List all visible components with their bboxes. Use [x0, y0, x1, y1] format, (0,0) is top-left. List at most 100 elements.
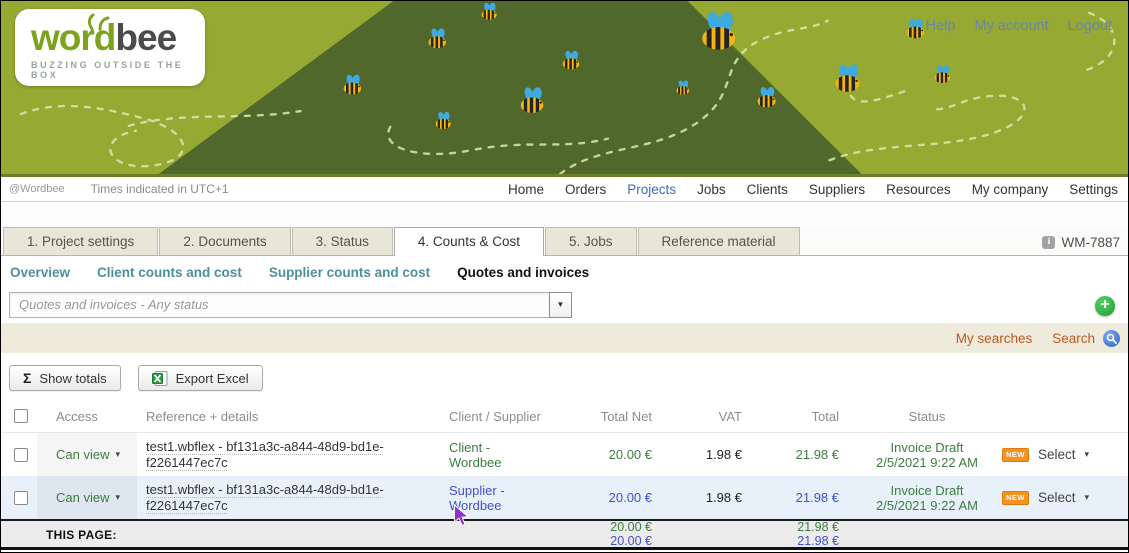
- col-reference: Reference + details: [137, 409, 447, 424]
- table-header-row: Access Reference + details Client / Supp…: [1, 400, 1128, 433]
- vat-value: 1.98 €: [662, 490, 757, 505]
- nav-jobs[interactable]: Jobs: [697, 182, 726, 197]
- filter-row: Quotes and invoices - Any status ▼ +: [1, 289, 1128, 323]
- help-link[interactable]: Help: [926, 18, 956, 34]
- sigma-icon: Σ: [23, 370, 31, 386]
- nav-orders[interactable]: Orders: [565, 182, 606, 197]
- bee-antenna-icon: [84, 13, 110, 31]
- wordbee-logo-text: wordbee: [31, 19, 205, 57]
- project-tabstrip: 1. Project settings 2. Documents 3. Stat…: [1, 227, 1128, 256]
- search-icon[interactable]: [1103, 330, 1120, 347]
- project-ref-code: WM-7887: [1061, 235, 1120, 250]
- counts-subtabs: Overview Client counts and cost Supplier…: [1, 256, 1128, 289]
- search-link[interactable]: Search: [1052, 331, 1095, 346]
- nav-settings[interactable]: Settings: [1069, 182, 1118, 197]
- chevron-down-icon: ▾: [115, 492, 120, 503]
- nav-suppliers[interactable]: Suppliers: [809, 182, 865, 197]
- total-net-value: 20.00 €: [567, 490, 662, 505]
- access-label: Can view: [56, 490, 109, 505]
- chevron-down-icon: ▾: [115, 449, 120, 460]
- logout-link[interactable]: Logout: [1068, 18, 1112, 34]
- party-link[interactable]: Client - Wordbee: [449, 440, 535, 470]
- tab-reference-material[interactable]: Reference material: [638, 227, 800, 255]
- export-excel-label: Export Excel: [176, 371, 249, 386]
- row-checkbox[interactable]: [14, 448, 28, 462]
- reference-link[interactable]: test1.wbflex - bf131a3c-a844-48d9-bd1e-f…: [146, 482, 384, 513]
- info-icon[interactable]: i: [1042, 236, 1055, 249]
- footer-total: 21.98 € 21.98 €: [757, 521, 862, 548]
- tab-counts-and-cost[interactable]: 4. Counts & Cost: [394, 227, 544, 256]
- table-row: Can view ▾ test1.wbflex - bf131a3c-a844-…: [1, 433, 1128, 476]
- my-account-link[interactable]: My account: [974, 18, 1048, 34]
- my-searches-link[interactable]: My searches: [956, 331, 1033, 346]
- subtab-overview[interactable]: Overview: [10, 265, 70, 280]
- status-date: 2/5/2021 9:22 AM: [862, 455, 992, 470]
- status-cell: Invoice Draft 2/5/2021 9:22 AM: [862, 483, 992, 513]
- tab-documents[interactable]: 2. Documents: [159, 227, 290, 255]
- tab-project-settings[interactable]: 1. Project settings: [3, 227, 158, 255]
- header-banner: wordbee BUZZING OUTSIDE THE BOX Help My …: [1, 1, 1128, 177]
- col-status: Status: [862, 409, 992, 424]
- show-totals-label: Show totals: [39, 371, 106, 386]
- col-vat: VAT: [662, 409, 757, 424]
- this-page-label: THIS PAGE:: [37, 528, 447, 542]
- row-checkbox[interactable]: [14, 491, 28, 505]
- col-total: Total: [757, 409, 862, 424]
- spacer: [1, 202, 1128, 227]
- top-nav-bar: @Wordbee Times indicated in UTC+1 Home O…: [1, 177, 1128, 202]
- add-quote-button[interactable]: +: [1095, 296, 1115, 316]
- access-dropdown[interactable]: Can view ▾: [37, 476, 137, 519]
- timezone-note: Times indicated in UTC+1: [91, 182, 229, 196]
- subtab-quotes-invoices[interactable]: Quotes and invoices: [457, 265, 589, 280]
- col-client-supplier: Client / Supplier: [447, 409, 567, 424]
- party-link[interactable]: Supplier - Wordbee: [449, 483, 535, 513]
- subtab-supplier-counts[interactable]: Supplier counts and cost: [269, 265, 430, 280]
- select-all-checkbox[interactable]: [14, 409, 28, 423]
- show-totals-button[interactable]: Σ Show totals: [9, 365, 121, 391]
- tab-status[interactable]: 3. Status: [292, 227, 393, 255]
- status-filter-value[interactable]: Quotes and invoices - Any status: [9, 292, 549, 318]
- select-dropdown[interactable]: Select: [1038, 447, 1076, 462]
- vat-value: 1.98 €: [662, 447, 757, 462]
- logo-tagline: BUZZING OUTSIDE THE BOX: [31, 60, 205, 80]
- chevron-down-icon[interactable]: ▾: [1085, 492, 1090, 503]
- new-badge: NEW: [1002, 491, 1029, 505]
- combo-dropdown-button[interactable]: ▼: [549, 292, 572, 318]
- account-links: Help My account Logout: [926, 18, 1112, 34]
- access-label: Can view: [56, 447, 109, 462]
- col-total-net: Total Net: [567, 409, 662, 424]
- subtab-client-counts[interactable]: Client counts and cost: [97, 265, 242, 280]
- total-net-value: 20.00 €: [567, 447, 662, 462]
- nav-projects[interactable]: Projects: [627, 182, 676, 197]
- nav-my-company[interactable]: My company: [972, 182, 1049, 197]
- table-toolbar: Σ Show totals Export Excel: [1, 353, 1128, 400]
- wordbee-app: wordbee BUZZING OUTSIDE THE BOX Help My …: [0, 0, 1129, 553]
- total-value: 21.98 €: [757, 490, 862, 505]
- nav-home[interactable]: Home: [508, 182, 544, 197]
- select-dropdown[interactable]: Select: [1038, 490, 1076, 505]
- chevron-down-icon[interactable]: ▾: [1085, 449, 1090, 460]
- table-row: Can view ▾ test1.wbflex - bf131a3c-a844-…: [1, 476, 1128, 519]
- status-label: Invoice Draft: [862, 440, 992, 455]
- nav-resources[interactable]: Resources: [886, 182, 951, 197]
- nav-clients[interactable]: Clients: [747, 182, 788, 197]
- reference-link[interactable]: test1.wbflex - bf131a3c-a844-48d9-bd1e-f…: [146, 439, 384, 470]
- col-access: Access: [37, 409, 137, 424]
- search-bar: My searches Search: [1, 323, 1128, 353]
- status-label: Invoice Draft: [862, 483, 992, 498]
- row-actions: NEW Select ▾: [992, 447, 1128, 462]
- row-actions: NEW Select ▾: [992, 490, 1128, 505]
- tab-jobs[interactable]: 5. Jobs: [545, 227, 637, 255]
- copyright-label: @Wordbee: [9, 183, 65, 195]
- status-filter-combobox[interactable]: Quotes and invoices - Any status ▼: [9, 292, 572, 318]
- footer-total-net: 20.00 € 20.00 €: [567, 521, 662, 548]
- project-reference: i WM-7887: [1042, 235, 1120, 250]
- export-excel-button[interactable]: Export Excel: [138, 365, 263, 391]
- wordbee-logo[interactable]: wordbee BUZZING OUTSIDE THE BOX: [15, 9, 205, 86]
- excel-icon: [152, 371, 168, 386]
- status-date: 2/5/2021 9:22 AM: [862, 498, 992, 513]
- totals-footer-row: THIS PAGE: 20.00 € 20.00 € 21.98 € 21.98…: [1, 519, 1128, 550]
- access-dropdown[interactable]: Can view ▾: [37, 433, 137, 476]
- main-navigation: Home Orders Projects Jobs Clients Suppli…: [508, 182, 1118, 197]
- new-badge: NEW: [1002, 448, 1029, 462]
